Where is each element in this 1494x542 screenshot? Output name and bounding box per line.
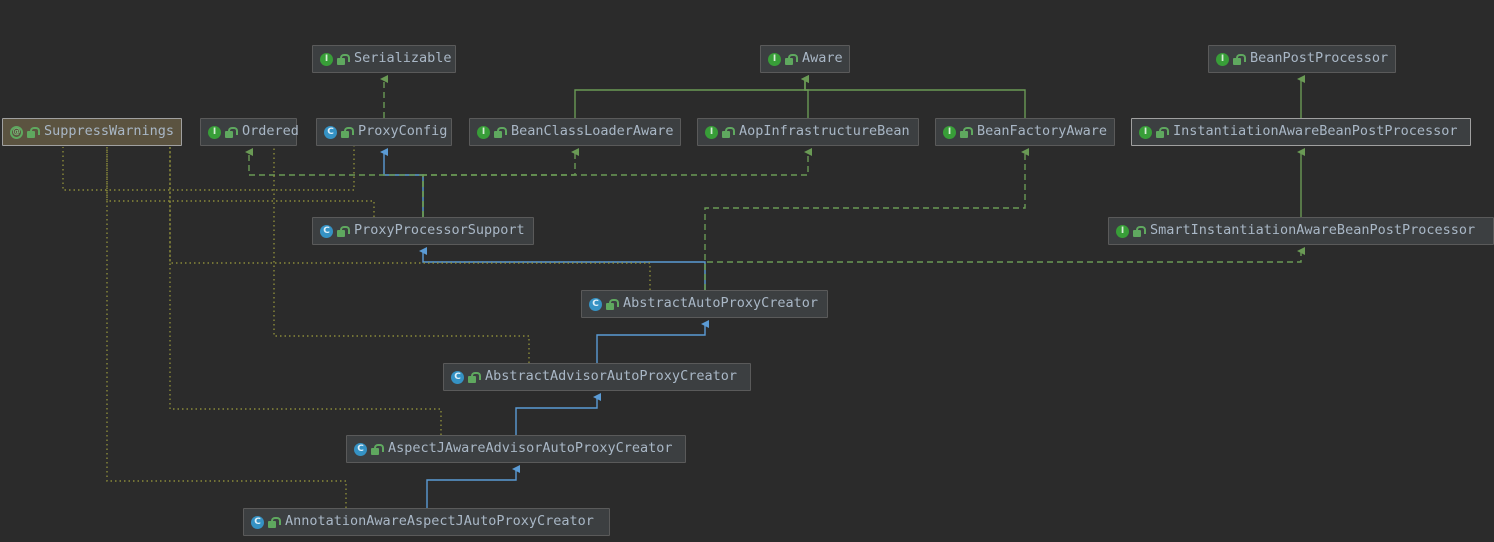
class-node-label: BeanPostProcessor [1250,52,1388,66]
edge-proxyprocessorsupport-to-beanclassloaderaware [423,152,575,217]
class-node-annotationawareaspectj[interactable]: C AnnotationAwareAspectJAutoProxyCreator [243,508,610,536]
class-node-instantiationawarebpp[interactable]: I InstantiationAwareBeanPostProcessor [1131,118,1471,146]
interface-icon: I [767,52,782,67]
edge-beanclassloaderaware-to-aware [575,79,805,118]
class-node-label: ProxyProcessorSupport [354,224,525,238]
class-node-aopinfrastructurebean[interactable]: I AopInfrastructureBean [697,118,919,146]
class-node-abstractadvisorautoproxy[interactable]: C AbstractAdvisorAutoProxyCreator [443,363,751,391]
edge-aspectjawareadvisor-to-abstractadvisorautoproxy [516,397,597,435]
class-node-aware[interactable]: I Aware [760,45,850,73]
lock-icon [26,125,38,140]
lock-icon [336,224,348,239]
class-node-beanclassloaderaware[interactable]: I BeanClassLoaderAware [469,118,681,146]
lock-icon [605,297,617,312]
class-node-label: AopInfrastructureBean [739,125,910,139]
interface-icon-glyph: I [320,53,333,66]
class-icon: C [353,442,368,457]
lock-icon [1232,52,1244,67]
interface-icon: I [704,125,719,140]
lock-icon [721,125,733,140]
edge-layer [0,0,1494,542]
class-icon: C [319,224,334,239]
interface-icon-glyph: I [477,126,490,139]
lock-icon [1132,224,1144,239]
class-node-smartinstantiationbpp[interactable]: I SmartInstantiationAwareBeanPostProcesso… [1108,217,1494,245]
interface-icon-glyph: I [943,126,956,139]
lock-icon [1155,125,1167,140]
edge-proxyprocessorsupport-to-ordered [249,152,423,217]
edge-proxyprocessorsupport-to-suppresswarnings [107,147,374,217]
interface-icon: I [319,52,334,67]
edge-abstractadvisorautoproxy-to-abstractautoproxy [597,324,705,363]
edge-proxyprocessorsupport-to-proxyconfig [384,152,423,217]
class-icon: C [588,297,603,312]
class-icon-glyph: C [354,443,367,456]
class-icon-glyph: C [589,298,602,311]
uml-class-diagram[interactable]: I Serializable I Aware I BeanPostProcessor @ Su… [0,0,1494,542]
class-node-proxyprocessorsupport[interactable]: C ProxyProcessorSupport [312,217,534,245]
lock-icon [959,125,971,140]
class-node-suppresswarnings[interactable]: @ SuppressWarnings [2,118,182,146]
lock-icon [784,52,796,67]
interface-icon-glyph: I [705,126,718,139]
interface-icon: I [207,125,222,140]
class-icon-glyph: C [251,516,264,529]
class-node-label: BeanFactoryAware [977,125,1107,139]
class-node-label: Serializable [354,52,452,66]
class-icon: C [250,515,265,530]
class-icon: C [323,125,338,140]
class-node-label: SuppressWarnings [44,125,174,139]
interface-icon: I [1138,125,1153,140]
interface-icon: I [942,125,957,140]
edge-beanfactoryaware-to-aware [805,79,1025,118]
interface-icon: I [476,125,491,140]
edge-abstractautoproxy-to-proxyprocessorsupport [423,251,705,290]
class-node-label: ProxyConfig [358,125,447,139]
interface-icon: I [1215,52,1230,67]
class-node-proxyconfig[interactable]: C ProxyConfig [316,118,452,146]
lock-icon [493,125,505,140]
class-node-label: AbstractAutoProxyCreator [623,297,818,311]
interface-icon-glyph: I [1116,225,1129,238]
class-node-aspectjawareadvisor[interactable]: C AspectJAwareAdvisorAutoProxyCreator [346,435,686,463]
edge-aspectjawareadvisor-to-suppresswarnings [170,147,441,435]
class-icon-glyph: C [320,225,333,238]
lock-icon [224,125,236,140]
class-node-label: BeanClassLoaderAware [511,125,674,139]
class-node-label: InstantiationAwareBeanPostProcessor [1173,125,1457,139]
class-node-label: SmartInstantiationAwareBeanPostProcessor [1150,224,1475,238]
interface-icon-glyph: I [208,126,221,139]
class-node-label: AnnotationAwareAspectJAutoProxyCreator [285,515,594,529]
edge-abstractadvisorautoproxy-to-suppresswarnings [274,147,529,363]
class-node-label: Aware [802,52,843,66]
class-icon-glyph: C [324,126,337,139]
class-node-ordered[interactable]: I Ordered [200,118,297,146]
class-node-beanfactoryaware[interactable]: I BeanFactoryAware [935,118,1115,146]
edge-abstractautoproxy-to-smartinstantiationbpp [705,251,1301,290]
edge-annotationawareaspectj-to-aspectjawareadvisor [427,469,516,508]
interface-icon-glyph: I [768,53,781,66]
edge-aopinfrastructurebean-to-aware [805,79,808,118]
lock-icon [340,125,352,140]
class-icon-glyph: C [451,371,464,384]
class-node-label: AspectJAwareAdvisorAutoProxyCreator [388,442,672,456]
lock-icon [370,442,382,457]
annotation-icon: @ [9,125,24,140]
annotation-icon-glyph: @ [10,126,23,139]
interface-icon-glyph: I [1216,53,1229,66]
class-node-serializable[interactable]: I Serializable [312,45,456,73]
lock-icon [467,370,479,385]
class-node-label: AbstractAdvisorAutoProxyCreator [485,370,737,384]
lock-icon [336,52,348,67]
edge-annotationawareaspectj-to-suppresswarnings [107,147,346,508]
edge-abstractautoproxy-to-beanfactoryaware [705,152,1025,290]
class-node-abstractautoproxy[interactable]: C AbstractAutoProxyCreator [581,290,828,318]
interface-icon: I [1115,224,1130,239]
class-node-label: Ordered [242,125,299,139]
interface-icon-glyph: I [1139,126,1152,139]
class-icon: C [450,370,465,385]
lock-icon [267,515,279,530]
class-node-beanpostprocessor[interactable]: I BeanPostProcessor [1208,45,1396,73]
edge-proxyprocessorsupport-to-aopinfrastructurebean [423,152,808,217]
